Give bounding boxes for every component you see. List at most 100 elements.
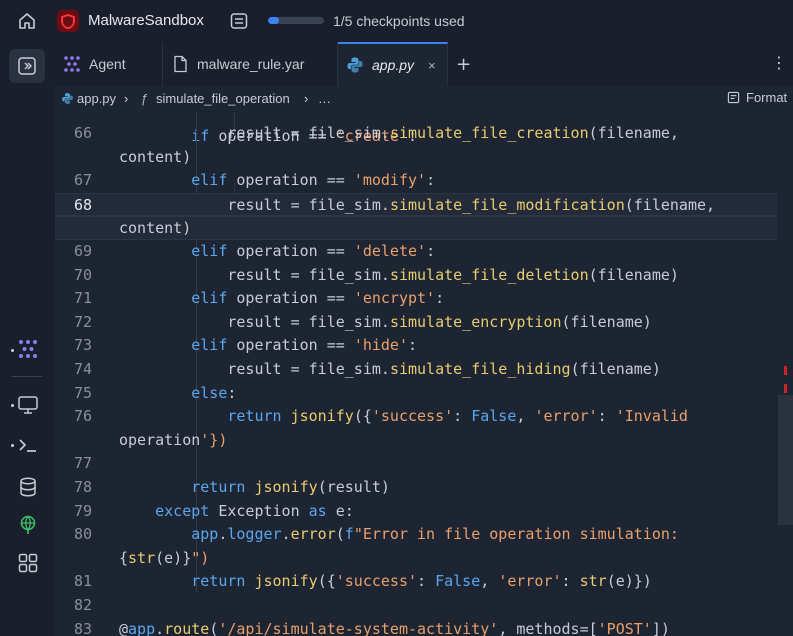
line-number: 78 [73, 478, 92, 496]
activity-bar [0, 42, 55, 636]
line-number: 77 [73, 454, 92, 473]
line-number: 83 [73, 619, 92, 636]
line-number: 69 [73, 242, 92, 260]
network-icon[interactable] [17, 514, 39, 536]
line-number: 72 [73, 312, 92, 331]
code-text: elif operation == 'encrypt': [191, 289, 445, 308]
code-line[interactable]: content) [55, 146, 777, 170]
close-tab-button[interactable]: × [428, 58, 436, 73]
code-text: return jsonify({'success': False, 'error… [227, 407, 688, 426]
code-text: return jsonify(result) [191, 478, 390, 496]
format-button[interactable]: Format [727, 90, 787, 105]
home-icon[interactable] [17, 11, 37, 31]
code-line[interactable]: 80 app.logger.error(f"Error in file oper… [55, 523, 777, 547]
line-number: 80 [73, 525, 92, 544]
code-text: result = file_sim.simulate_file_hiding(f… [119, 360, 661, 378]
code-line[interactable]: 75 else: [55, 382, 777, 406]
explorer-toggle[interactable] [9, 49, 45, 83]
tasks-icon[interactable] [229, 11, 249, 31]
code-line[interactable]: 79 except Exception as e: [55, 500, 777, 524]
code-line[interactable]: 74 result = file_sim.simulate_file_hidin… [55, 358, 777, 382]
code-text: except Exception as e: [155, 501, 354, 520]
code-editor[interactable]: if operation == 'create': 66 result = fi… [55, 112, 793, 636]
tab-malware-rule[interactable]: malware_rule.yar [163, 42, 338, 86]
format-icon [727, 91, 740, 104]
code-text: result = file_sim.simulate_file_creation… [119, 124, 679, 142]
code-text: elif operation == 'delete': [191, 242, 436, 260]
new-tab-button[interactable]: + [456, 54, 471, 75]
code-text: content) [119, 219, 192, 238]
agent-icon[interactable] [17, 338, 39, 360]
format-label: Format [746, 90, 788, 105]
code-line[interactable]: 71 elif operation == 'encrypt': [55, 287, 777, 311]
editor-scrollbar[interactable] [778, 112, 793, 636]
line-number: 71 [73, 289, 92, 308]
python-icon [62, 93, 73, 104]
tab-label: app.py [372, 57, 415, 73]
code-line[interactable]: 82 [55, 594, 777, 618]
terminal-icon[interactable] [17, 434, 39, 456]
code-text: @app.route('/api/simulate-system-activit… [119, 619, 670, 636]
code-line[interactable]: 67 elif operation == 'modify': [55, 169, 777, 193]
code-line[interactable]: 81 return jsonify({'success': False, 'er… [55, 570, 777, 594]
scrollbar-thumb[interactable] [778, 395, 793, 525]
chevron-right-icon: › [124, 91, 129, 106]
breadcrumb-file[interactable]: app.py [77, 91, 116, 106]
line-number: 74 [73, 360, 92, 378]
app-name: MalwareSandbox [88, 12, 204, 29]
checkpoint-progress-bar [268, 17, 324, 24]
line-number: 67 [73, 171, 92, 190]
error-marker [784, 384, 787, 393]
code-text: {str(e)}") [119, 548, 210, 567]
tab-app-py[interactable]: app.py × [338, 42, 448, 86]
shield-icon [61, 13, 75, 29]
line-number: 66 [73, 124, 92, 142]
code-text: result = file_sim.simulate_file_modifica… [119, 195, 716, 214]
python-icon [347, 57, 363, 73]
code-line[interactable]: 77 [55, 452, 777, 476]
app-logo [57, 10, 79, 32]
error-marker [784, 366, 787, 375]
breadcrumb-ellipsis[interactable]: … [318, 91, 331, 106]
code-line[interactable]: 70 result = file_sim.simulate_file_delet… [55, 264, 777, 288]
code-line[interactable]: 69 elif operation == 'delete': [55, 240, 777, 264]
code-line[interactable]: {str(e)}") [55, 547, 777, 571]
active-indicator [11, 349, 14, 352]
code-text: else: [191, 383, 237, 402]
chevron-right-icon: › [304, 91, 309, 106]
function-icon: ƒ [141, 91, 149, 106]
monitor-icon[interactable] [17, 394, 39, 416]
more-options-icon[interactable]: ⋮ [771, 53, 787, 72]
active-indicator [11, 404, 14, 407]
code-line[interactable]: 78 return jsonify(result) [55, 476, 777, 500]
tab-agent[interactable]: Agent [55, 42, 163, 86]
line-number: 73 [73, 336, 92, 355]
code-text: operation'}) [119, 430, 228, 449]
code-line[interactable]: 76 return jsonify({'success': False, 'er… [55, 405, 777, 429]
line-number: 75 [73, 383, 92, 402]
code-line[interactable]: 83 @app.route('/api/simulate-system-activ… [55, 618, 777, 636]
line-number: 82 [73, 596, 92, 614]
line-number: 70 [73, 265, 92, 284]
activity-separator [12, 376, 42, 377]
code-line[interactable]: operation'}) [55, 429, 777, 453]
file-icon [174, 55, 187, 73]
code-line[interactable]: 72 result = file_sim.simulate_encryption… [55, 311, 777, 335]
code-text: return jsonify({'success': False, 'error… [191, 572, 652, 591]
line-number: 68 [73, 195, 92, 214]
code-line[interactable]: 73 elif operation == 'hide': [55, 334, 777, 358]
top-bar: MalwareSandbox 1/5 checkpoints used [0, 0, 793, 42]
code-text: content) [119, 147, 192, 166]
apps-grid-icon[interactable] [17, 552, 39, 574]
code-text: result = file_sim.simulate_file_deletion… [119, 265, 679, 284]
tab-label: malware_rule.yar [197, 56, 305, 72]
code-line[interactable]: content) [55, 216, 777, 240]
database-icon[interactable] [17, 476, 39, 498]
checkpoint-progress-fill [268, 17, 280, 24]
panel-toggle-icon [18, 57, 36, 75]
breadcrumb: app.py › ƒ simulate_file_operation › … F… [55, 86, 793, 112]
breadcrumb-function[interactable]: simulate_file_operation [156, 91, 290, 106]
line-number: 79 [73, 501, 92, 520]
code-line[interactable]: 68 result = file_sim.simulate_file_modif… [55, 192, 777, 217]
code-line[interactable]: 66 result = file_sim.simulate_file_creat… [55, 122, 777, 146]
